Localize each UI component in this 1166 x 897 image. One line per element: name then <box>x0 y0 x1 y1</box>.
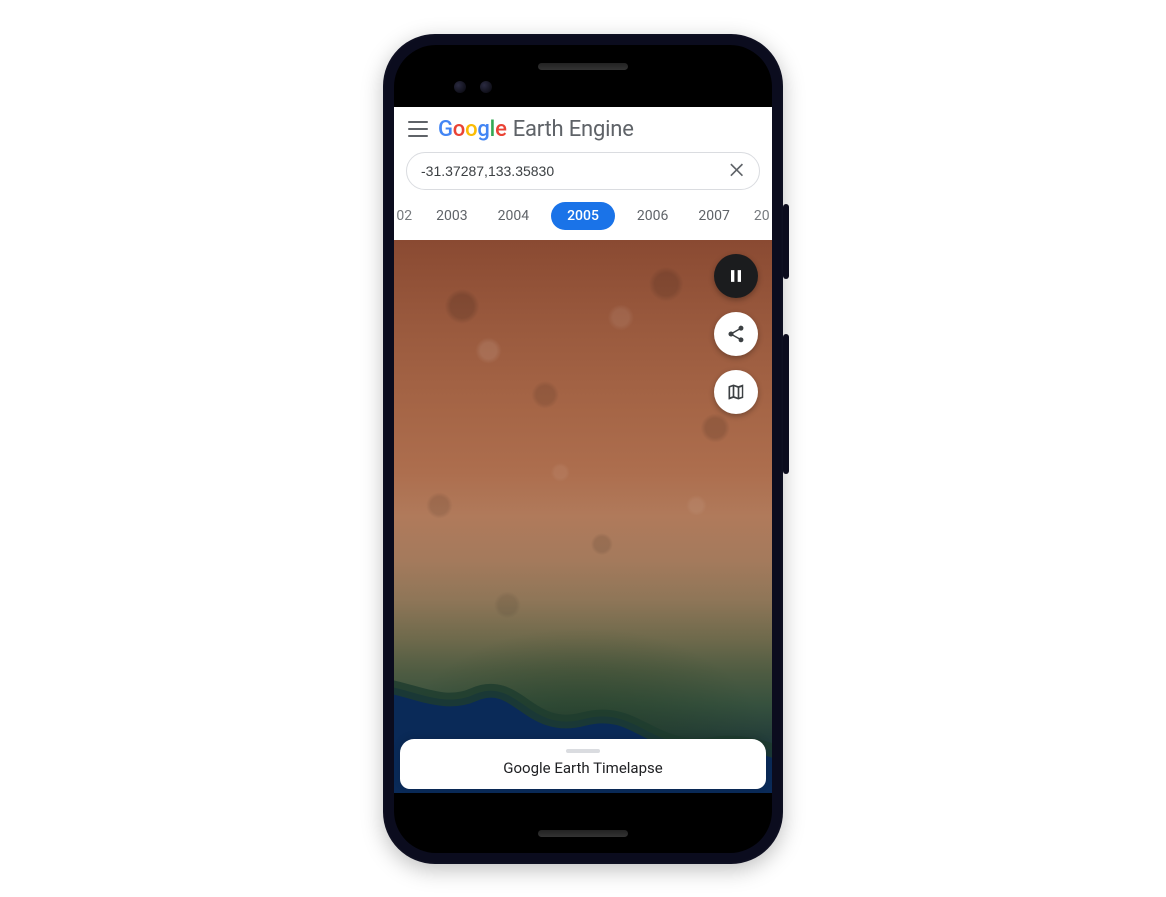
phone-frame: Google Earth Engine 02 2003 2004 2005 <box>383 34 783 864</box>
phone-bezel: Google Earth Engine 02 2003 2004 2005 <box>394 45 772 853</box>
phone-volume-button <box>783 334 789 474</box>
year-option[interactable]: 02 <box>394 204 414 228</box>
year-option[interactable]: 20 <box>752 204 772 228</box>
menu-button[interactable] <box>408 121 428 137</box>
year-selector[interactable]: 02 2003 2004 2005 2006 2007 20 <box>394 198 772 240</box>
search-input[interactable] <box>421 163 727 179</box>
timelapse-map[interactable]: Google Earth Timelapse <box>394 240 772 793</box>
phone-power-button <box>783 204 789 279</box>
brand-google: Google <box>438 117 507 142</box>
year-option[interactable]: 2007 <box>690 204 737 228</box>
brand-earth-engine: Earth Engine <box>513 117 634 142</box>
bottom-sheet[interactable]: Google Earth Timelapse <box>400 739 766 789</box>
pause-button[interactable] <box>714 254 758 298</box>
close-icon <box>727 160 749 182</box>
maps-icon <box>726 382 746 402</box>
phone-speaker <box>538 830 628 837</box>
phone-camera <box>454 81 466 93</box>
app-screen: Google Earth Engine 02 2003 2004 2005 <box>394 107 772 793</box>
search-row <box>394 148 772 198</box>
open-in-maps-button[interactable] <box>714 370 758 414</box>
pause-icon <box>726 266 746 286</box>
year-option[interactable]: 2003 <box>428 204 475 228</box>
year-option[interactable]: 2004 <box>490 204 537 228</box>
sheet-drag-handle[interactable] <box>566 749 600 753</box>
sheet-title: Google Earth Timelapse <box>400 759 766 777</box>
search-pill[interactable] <box>406 152 760 190</box>
year-option-active[interactable]: 2005 <box>551 202 615 230</box>
app-brand: Google Earth Engine <box>438 117 634 142</box>
app-header: Google Earth Engine <box>394 107 772 148</box>
year-option[interactable]: 2006 <box>629 204 676 228</box>
map-controls <box>714 254 758 414</box>
share-icon <box>726 324 746 344</box>
share-button[interactable] <box>714 312 758 356</box>
phone-earpiece <box>538 63 628 70</box>
phone-camera <box>480 81 492 93</box>
clear-search-button[interactable] <box>727 160 749 182</box>
